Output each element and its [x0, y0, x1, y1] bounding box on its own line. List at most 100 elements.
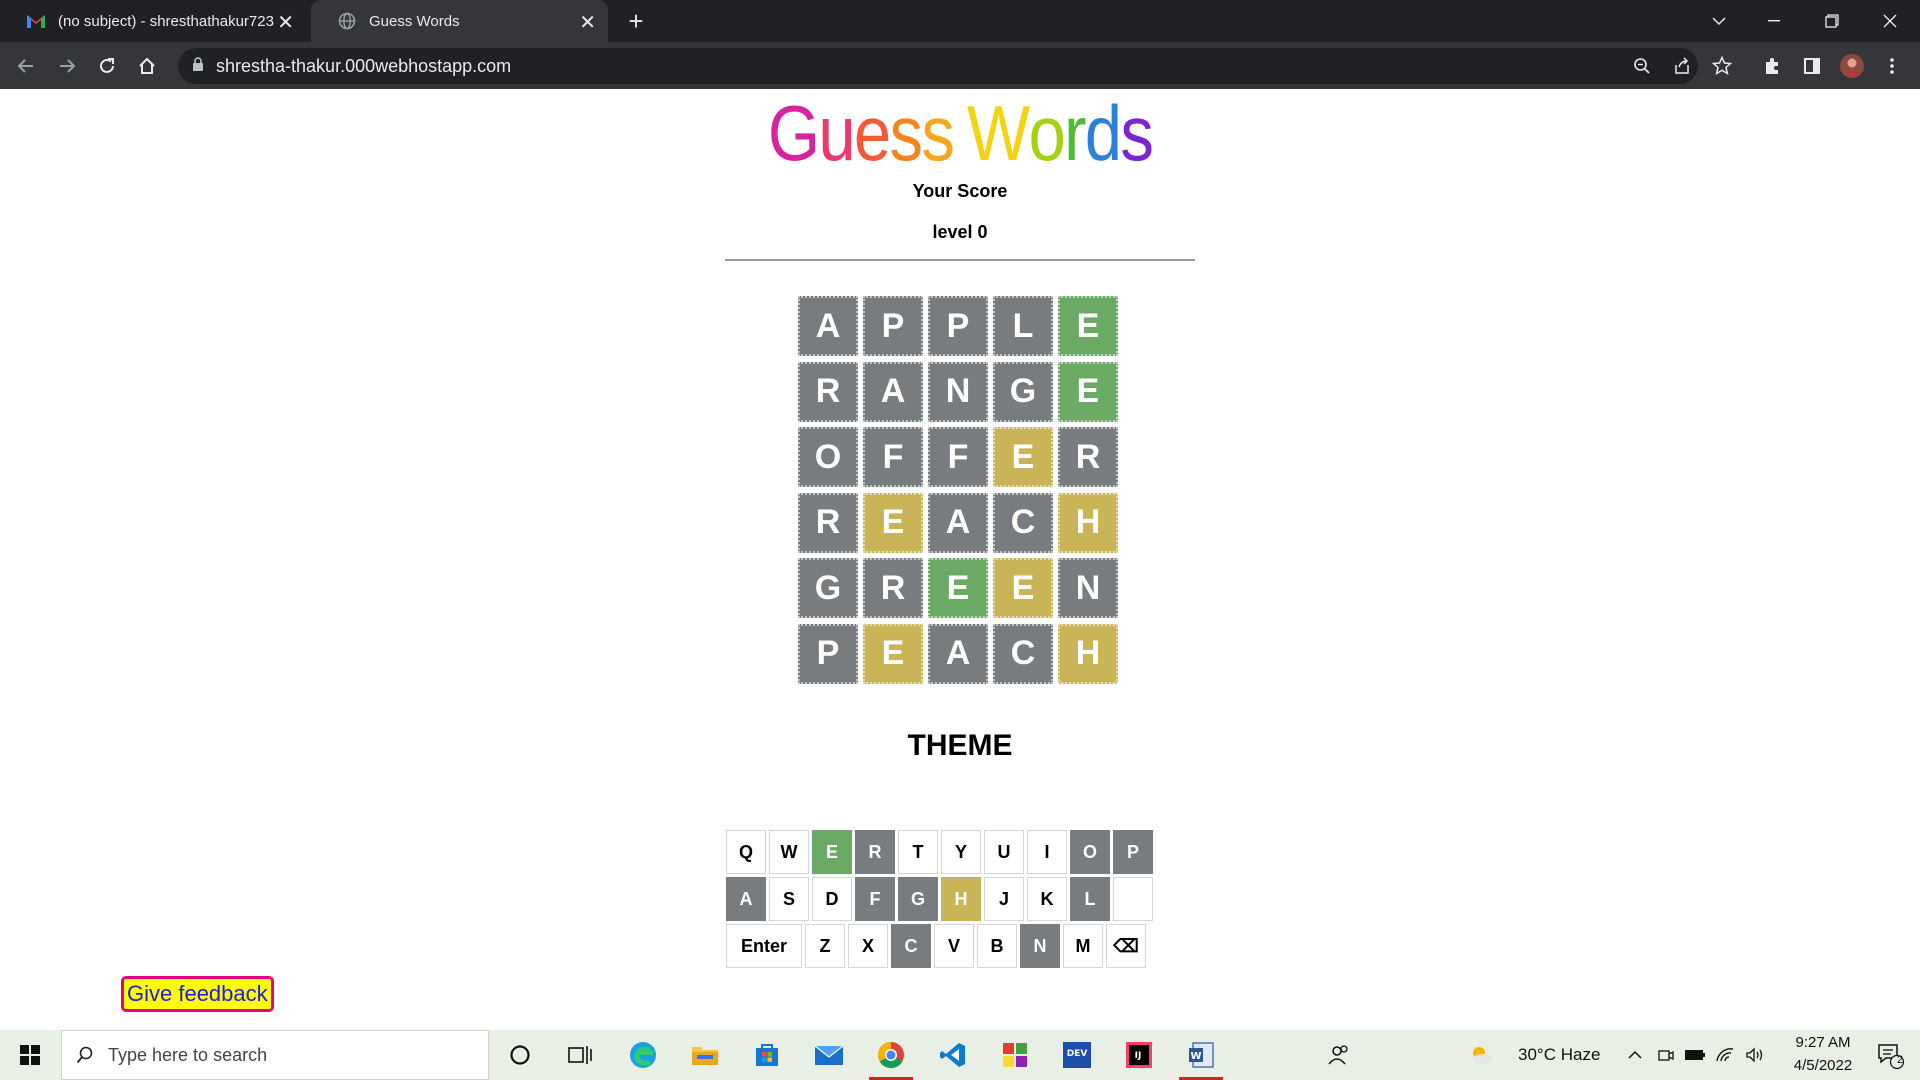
vscode-icon[interactable] — [925, 1030, 981, 1080]
letter-tile: E — [993, 427, 1053, 487]
battery-icon[interactable] — [1680, 1030, 1710, 1080]
key-q[interactable]: Q — [726, 830, 766, 874]
restore-icon[interactable] — [1804, 0, 1860, 42]
clock-date[interactable]: 4/5/2022 — [1783, 1057, 1863, 1074]
reload-icon[interactable] — [91, 50, 123, 82]
word-icon[interactable]: W — [1173, 1030, 1229, 1080]
guess-board: APPLERANGEOFFERREACHGREENPEACH — [798, 296, 1123, 689]
menu-icon[interactable] — [1876, 50, 1908, 82]
key-t[interactable]: T — [898, 830, 938, 874]
key-w[interactable]: W — [769, 830, 809, 874]
key-l[interactable]: L — [1070, 877, 1110, 921]
close-tab-icon[interactable]: ✕ — [277, 10, 294, 35]
share-icon[interactable] — [1666, 50, 1698, 82]
key-u[interactable]: U — [984, 830, 1024, 874]
title-letter: s — [1120, 89, 1154, 177]
tab-gmail[interactable]: (no subject) - shresthathakur723 ✕ — [0, 0, 306, 42]
volume-icon[interactable] — [1740, 1030, 1770, 1080]
zoom-icon[interactable] — [1626, 50, 1658, 82]
chrome-icon[interactable] — [863, 1030, 919, 1080]
give-feedback-button[interactable]: Give feedback — [121, 976, 274, 1012]
letter-tile: E — [993, 558, 1053, 618]
taskbar-search-box[interactable]: Type here to search — [61, 1030, 489, 1080]
tab-search-icon[interactable] — [1691, 0, 1747, 42]
letter-tile: P — [863, 296, 923, 356]
weather-text[interactable]: 30°C Haze — [1518, 1045, 1600, 1065]
weather-icon[interactable] — [1465, 1030, 1499, 1080]
letter-tile: A — [928, 492, 988, 553]
theme-button[interactable]: THEME — [0, 729, 1920, 763]
forward-icon[interactable] — [51, 50, 83, 82]
key-a[interactable]: A — [726, 877, 766, 921]
backspace-key[interactable]: ⌫ — [1106, 924, 1146, 968]
key-r[interactable]: R — [855, 830, 895, 874]
tab-title: (no subject) - shresthathakur723 — [58, 12, 274, 30]
key-i[interactable]: I — [1027, 830, 1067, 874]
key-d[interactable]: D — [812, 877, 852, 921]
wifi-icon[interactable] — [1710, 1030, 1740, 1080]
key-x[interactable]: X — [848, 924, 888, 968]
key-y[interactable]: Y — [941, 830, 981, 874]
notifications-icon[interactable]: 2 — [1866, 1030, 1914, 1080]
letter-tile: C — [993, 623, 1053, 684]
store-icon[interactable] — [739, 1030, 795, 1080]
extensions-icon[interactable] — [1756, 50, 1788, 82]
title-letter: e — [853, 89, 891, 177]
profile-avatar[interactable] — [1836, 50, 1868, 82]
edge-icon[interactable] — [615, 1030, 671, 1080]
globe-icon — [337, 11, 357, 31]
letter-tile: R — [1058, 427, 1118, 487]
mail-icon[interactable] — [801, 1030, 857, 1080]
key-p[interactable]: P — [1113, 830, 1153, 874]
key-v[interactable]: V — [934, 924, 974, 968]
key-c[interactable]: C — [891, 924, 931, 968]
key-s[interactable]: S — [769, 877, 809, 921]
dev-icon[interactable]: DEV — [1049, 1030, 1105, 1080]
key-n[interactable]: N — [1020, 924, 1060, 968]
app-tiles-icon[interactable] — [987, 1030, 1043, 1080]
page-title: Guess Words — [134, 88, 1785, 179]
bookmark-star-icon[interactable] — [1706, 50, 1738, 82]
key-e[interactable]: E — [812, 830, 852, 874]
back-icon[interactable] — [10, 50, 42, 82]
windows-start-icon[interactable] — [0, 1030, 60, 1080]
key-g[interactable]: G — [898, 877, 938, 921]
key-j[interactable]: J — [984, 877, 1024, 921]
new-tab-button[interactable]: + — [620, 6, 652, 36]
svg-text:DEV: DEV — [1067, 1049, 1088, 1059]
meet-icon[interactable] — [1650, 1030, 1680, 1080]
key-f[interactable]: F — [855, 877, 895, 921]
side-panel-icon[interactable] — [1796, 50, 1828, 82]
close-tab-icon[interactable]: ✕ — [579, 10, 596, 35]
title-letter: G — [767, 89, 820, 177]
address-bar[interactable]: shrestha-thakur.000webhostapp.com — [178, 48, 1698, 84]
key-blank[interactable] — [1113, 877, 1153, 921]
close-window-icon[interactable] — [1862, 0, 1918, 42]
title-letter: s — [921, 89, 955, 177]
intellij-icon[interactable]: IJ — [1111, 1030, 1167, 1080]
enter-key[interactable]: Enter — [726, 924, 802, 968]
show-hidden-icons-chevron-up-icon[interactable] — [1620, 1030, 1650, 1080]
key-h[interactable]: H — [941, 877, 981, 921]
home-icon[interactable] — [131, 50, 163, 82]
title-letter: d — [1084, 89, 1122, 177]
task-view-icon[interactable] — [552, 1030, 608, 1080]
cortana-icon[interactable] — [492, 1030, 548, 1080]
letter-tile: F — [928, 427, 988, 487]
guess-row: RANGE — [798, 361, 1123, 422]
lock-icon[interactable] — [192, 56, 204, 76]
key-z[interactable]: Z — [805, 924, 845, 968]
tab-guess-words[interactable]: Guess Words ✕ — [311, 0, 608, 42]
clock-time[interactable]: 9:27 AM — [1783, 1034, 1863, 1051]
key-m[interactable]: M — [1063, 924, 1103, 968]
file-explorer-icon[interactable] — [677, 1030, 733, 1080]
on-screen-keyboard: Q W E R T Y U I O P A S D F G H J K L Enter Z X C V B N M ⌫ — [726, 830, 1156, 971]
letter-tile: F — [863, 427, 923, 487]
letter-tile: N — [928, 361, 988, 422]
key-k[interactable]: K — [1027, 877, 1067, 921]
key-o[interactable]: O — [1070, 830, 1110, 874]
guess-row: APPLE — [798, 296, 1123, 356]
people-icon[interactable] — [1311, 1030, 1367, 1080]
key-b[interactable]: B — [977, 924, 1017, 968]
minimize-icon[interactable] — [1746, 0, 1802, 42]
